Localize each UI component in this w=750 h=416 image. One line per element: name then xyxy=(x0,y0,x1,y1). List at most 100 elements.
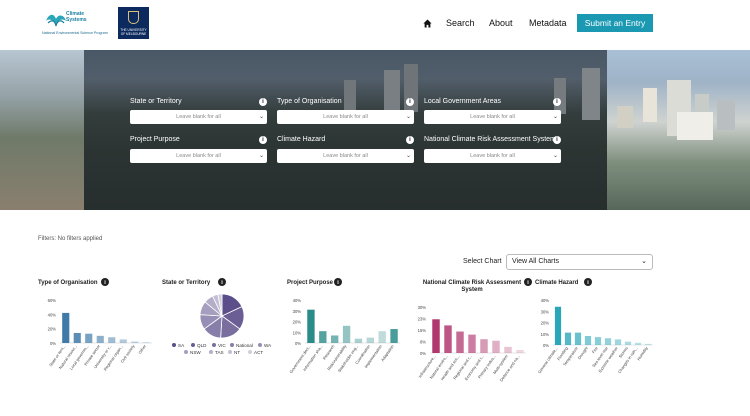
bar xyxy=(390,329,398,343)
legend-swatch xyxy=(209,350,213,354)
y-tick-label: 23% xyxy=(418,317,427,322)
y-tick-label: 30% xyxy=(418,305,427,310)
bar xyxy=(331,335,339,343)
climate-systems-logo[interactable]: Climate Systems National Environmental S… xyxy=(40,9,112,37)
nav-metadata-link[interactable]: Metadata xyxy=(529,18,567,28)
legend-label: NT xyxy=(234,350,240,355)
filter-info-ncras-icon[interactable]: i xyxy=(553,136,561,144)
select-chart-label: Select Chart xyxy=(463,258,502,265)
bar xyxy=(492,340,500,353)
legend-swatch xyxy=(191,343,195,347)
legend-label: ACT xyxy=(254,350,263,355)
y-tick-label: 0% xyxy=(50,341,56,346)
filter-info-organisation-icon[interactable]: i xyxy=(406,98,414,106)
y-tick-label: 15% xyxy=(418,328,427,333)
y-tick-label: 0% xyxy=(420,351,426,356)
chart-title: System xyxy=(461,287,482,293)
filter-select-lga[interactable]: Leave blank for all ⌄ xyxy=(424,110,561,124)
charts-area: Type of Organisation i0%20%40%60%State or… xyxy=(38,278,653,382)
filter-label-organisation: Type of Organisation xyxy=(277,98,342,105)
legend-swatch xyxy=(258,343,262,347)
filters-status: Filters: No filters applied xyxy=(38,236,103,242)
bar xyxy=(468,334,476,353)
chart-title: National Climate Risk Assessment xyxy=(423,280,521,286)
chevron-down-icon: ⌄ xyxy=(552,114,558,120)
bar xyxy=(584,336,592,345)
y-tick-label: 0% xyxy=(543,343,549,348)
bar xyxy=(614,339,622,345)
bar xyxy=(73,332,81,343)
legend-swatch xyxy=(184,350,188,354)
legend-label: National xyxy=(236,343,253,348)
filter-info-purpose-icon[interactable]: i xyxy=(259,136,267,144)
bar xyxy=(85,333,93,343)
y-tick-label: 10% xyxy=(541,332,550,337)
bar xyxy=(319,331,327,343)
filter-info-lga-icon[interactable]: i xyxy=(553,98,561,106)
y-tick-label: 40% xyxy=(541,298,550,303)
x-tick-label: Fire xyxy=(591,345,599,354)
select-chart-value: View All Charts xyxy=(512,258,559,265)
hero-banner: State or Territory i Leave blank for all… xyxy=(0,50,750,210)
filter-select-purpose[interactable]: Leave blank for all ⌄ xyxy=(130,149,267,163)
bar xyxy=(624,341,632,345)
bar xyxy=(516,349,524,353)
bar xyxy=(142,342,150,343)
filter-select-state[interactable]: Leave blank for all ⌄ xyxy=(130,110,267,124)
bar xyxy=(480,339,488,353)
bar xyxy=(354,338,363,343)
chevron-down-icon: ⌄ xyxy=(405,153,411,159)
y-tick-label: 20% xyxy=(293,320,302,325)
filter-info-hazard-icon[interactable]: i xyxy=(406,136,414,144)
legend-swatch xyxy=(230,343,234,347)
bar xyxy=(366,337,374,343)
university-logo-text: THE UNIVERSITY OF MELBOURNE xyxy=(120,28,147,36)
chevron-down-icon: ⌄ xyxy=(258,153,264,159)
bar xyxy=(342,325,351,343)
y-tick-label: 0% xyxy=(295,341,301,346)
home-icon[interactable] xyxy=(423,19,432,28)
x-tick-label: Drought xyxy=(577,345,590,360)
chevron-down-icon: ⌄ xyxy=(258,114,264,120)
bar xyxy=(594,337,602,345)
nav-search-link[interactable]: Search xyxy=(446,18,475,28)
university-logo[interactable]: THE UNIVERSITY OF MELBOURNE xyxy=(118,7,149,39)
y-tick-label: 40% xyxy=(293,298,302,303)
bar xyxy=(604,338,612,345)
filter-select-hazard[interactable]: Leave blank for all ⌄ xyxy=(277,149,414,163)
bar xyxy=(504,346,512,353)
filter-info-state-icon[interactable]: i xyxy=(259,98,267,106)
legend-swatch xyxy=(228,350,232,354)
climate-systems-mark-icon xyxy=(46,14,66,27)
y-tick-label: 40% xyxy=(48,312,57,317)
logo1-title: Climate Systems xyxy=(66,11,87,23)
y-tick-label: 30% xyxy=(293,309,302,314)
y-tick-label: 8% xyxy=(420,340,426,345)
bar xyxy=(108,337,116,343)
bar xyxy=(574,332,582,345)
select-chart-dropdown[interactable]: View All Charts ⌄ xyxy=(506,254,653,270)
chart-title: Type of Organisation xyxy=(38,280,98,286)
y-tick-label: 60% xyxy=(48,298,57,303)
filter-select-ncras[interactable]: Leave blank for all ⌄ xyxy=(424,149,561,163)
bar xyxy=(378,331,386,343)
bar xyxy=(131,341,139,343)
submit-entry-button[interactable]: Submit an Entry xyxy=(577,14,653,32)
y-tick-label: 20% xyxy=(48,327,57,332)
bar xyxy=(644,343,652,345)
y-tick-label: 30% xyxy=(541,309,550,314)
x-tick-label: Other xyxy=(137,343,147,355)
bar xyxy=(119,339,127,343)
y-tick-label: 20% xyxy=(541,321,550,326)
filter-label-hazard: Climate Hazard xyxy=(277,136,326,143)
filter-select-organisation[interactable]: Leave blank for all ⌄ xyxy=(277,110,414,124)
bar xyxy=(432,319,440,353)
nav-about-link[interactable]: About xyxy=(489,18,513,28)
site-header: Climate Systems National Environmental S… xyxy=(0,0,750,50)
logo1-subtitle: National Environmental Science Program xyxy=(42,31,108,35)
chevron-down-icon: ⌄ xyxy=(641,258,647,265)
bar xyxy=(554,306,562,345)
legend-label: VIC xyxy=(218,343,226,348)
legend-label: SA xyxy=(178,343,185,348)
crest-icon xyxy=(128,11,139,24)
